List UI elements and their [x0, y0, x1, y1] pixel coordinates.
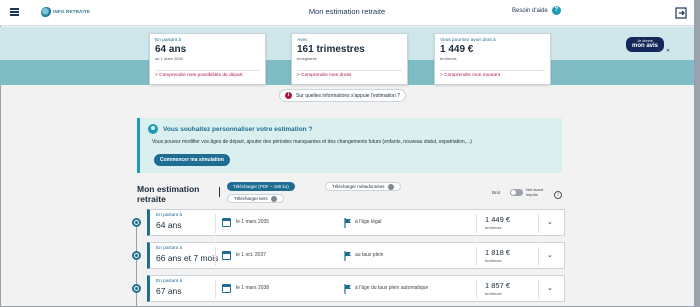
summary-value: 161 trimestres — [297, 44, 365, 55]
download-meta-label: Télécharger métadonnées — [332, 184, 385, 189]
scenario-unit: brut/mois — [485, 225, 502, 230]
brut-net-toggle[interactable] — [510, 189, 523, 196]
estimation-title: Mon estimation retraite — [137, 184, 200, 204]
lock-icon — [270, 195, 277, 202]
info-icon[interactable]: i — [554, 191, 562, 199]
question-icon: ? — [551, 6, 561, 15]
personalize-title: Vous souhaitez personnaliser votre estim… — [163, 125, 313, 133]
summary-value: 64 ans — [155, 44, 187, 55]
flag-icon — [344, 251, 351, 261]
toggle-label-net: Net avant impôts — [526, 187, 544, 197]
timeline-dot — [132, 251, 141, 260]
scenario-row[interactable]: En partant à 67 ans le 1 mars 2038 à l'â… — [147, 275, 565, 302]
download-pdf-label: Télécharger (PDF – 180 ko) — [233, 184, 289, 189]
summary-pre: Vous pourriez avoir droit à — [440, 38, 496, 43]
download-tiers-label: Télécharger tiers — [234, 196, 268, 201]
flag-icon — [344, 218, 351, 228]
close-icon[interactable]: ✕ — [666, 48, 670, 54]
summary-value: 1 449 € — [440, 44, 474, 55]
help-label: Besoin d'aide — [512, 7, 548, 14]
timeline-dot — [132, 284, 141, 293]
timeline-dot — [132, 218, 141, 227]
scenario-pre: En partant à — [156, 279, 183, 284]
summary-sub: enregistrés — [297, 56, 317, 61]
calendar-icon — [222, 218, 231, 227]
summary-card-amount: Vous pourriez avoir droit à 1 449 € brut… — [434, 33, 551, 85]
download-metadata-button[interactable]: Télécharger métadonnées — [325, 182, 401, 191]
page-title: Mon estimation retraite — [308, 7, 386, 16]
divider — [219, 187, 220, 197]
flag-icon — [344, 284, 351, 294]
personalize-text: Vous pouvez modifier vos âges de départ,… — [152, 139, 472, 145]
scenario-amount: 1 818 € — [485, 248, 511, 257]
chevron-down-icon[interactable]: ⌄ — [547, 284, 553, 292]
summary-sub: au 1 mars 2035 — [155, 56, 183, 61]
calendar-icon — [222, 251, 231, 260]
summary-link[interactable]: > Comprendre mes droits — [297, 73, 351, 78]
divider — [155, 70, 260, 71]
feedback-line2: mon avis — [631, 43, 658, 49]
scenario-row[interactable]: En partant à 66 ans et 7 mois le 1 oct. … — [147, 242, 565, 269]
scenario-date: le 1 oct. 2037 — [236, 252, 267, 258]
scenario-age: 64 ans — [156, 220, 182, 230]
scenario-unit: brut/mois — [485, 258, 502, 263]
scenario-age: 66 ans et 7 mois — [156, 253, 219, 263]
summary-sub: brut/mois — [440, 56, 457, 61]
divider — [538, 280, 539, 299]
divider — [440, 70, 545, 71]
toggle-label-brut: Brut — [492, 190, 501, 195]
scenario-condition: à l'âge du taux plein automatique — [355, 285, 429, 291]
scenario-unit: brut/mois — [485, 291, 502, 296]
divider — [538, 247, 539, 266]
summary-link[interactable]: > Comprendre mes possibilités de départ — [155, 73, 243, 78]
scenario-amount: 1 857 € — [485, 281, 511, 290]
summary-pre: En partant à — [155, 38, 182, 43]
summary-link[interactable]: > Comprendre mon montant — [440, 73, 500, 78]
info-icon: i — [285, 92, 292, 99]
estimation-info-button[interactable]: i Sur quelles informations s'appuie l'es… — [279, 89, 406, 102]
scenario-row[interactable]: En partant à 64 ans le 1 mars 2035 à l'â… — [147, 209, 565, 236]
divider — [215, 214, 216, 233]
scenario-pre: En partant à — [156, 213, 183, 218]
divider — [297, 70, 402, 71]
divider — [476, 247, 477, 266]
scenario-date: le 1 mars 2038 — [236, 285, 270, 291]
scenario-amount: 1 449 € — [485, 215, 511, 224]
scenario-condition: au taux plein — [355, 252, 384, 258]
chevron-down-icon[interactable]: ⌄ — [547, 218, 553, 226]
help-button[interactable]: Besoin d'aide ? — [512, 6, 561, 15]
divider — [538, 214, 539, 233]
summary-card-quarters: Avec 161 trimestres enregistrés > Compre… — [291, 33, 408, 85]
divider — [476, 280, 477, 299]
start-simulation-button[interactable]: Commencer ma simulation — [154, 154, 230, 166]
summary-card-age: En partant à 64 ans au 1 mars 2035 > Com… — [149, 33, 266, 85]
timeline-line — [136, 222, 137, 307]
scenario-condition: à l'âge légal — [355, 219, 382, 225]
summary-pre: Avec — [297, 38, 308, 43]
scenario-age: 67 ans — [156, 286, 182, 296]
calendar-icon — [222, 284, 231, 293]
logout-icon[interactable] — [675, 7, 687, 19]
personalize-panel: Vous souhaitez personnaliser votre estim… — [137, 118, 562, 173]
lock-icon — [387, 183, 394, 190]
scenario-pre: En partant à — [156, 246, 183, 251]
top-bar: INFO RETRAITE Mon estimation retraite Be… — [0, 0, 694, 26]
info-pill-label: Sur quelles informations s'appuie l'esti… — [296, 92, 400, 99]
download-tiers-button[interactable]: Télécharger tiers — [227, 194, 284, 203]
lightbulb-icon — [148, 124, 158, 134]
divider — [476, 214, 477, 233]
download-pdf-button[interactable]: Télécharger (PDF – 180 ko) — [227, 182, 295, 191]
divider — [215, 247, 216, 266]
feedback-badge[interactable]: Je donne mon avis — [626, 37, 664, 52]
divider — [215, 280, 216, 299]
scenario-date: le 1 mars 2035 — [236, 219, 270, 225]
chevron-down-icon[interactable]: ⌄ — [547, 251, 553, 259]
